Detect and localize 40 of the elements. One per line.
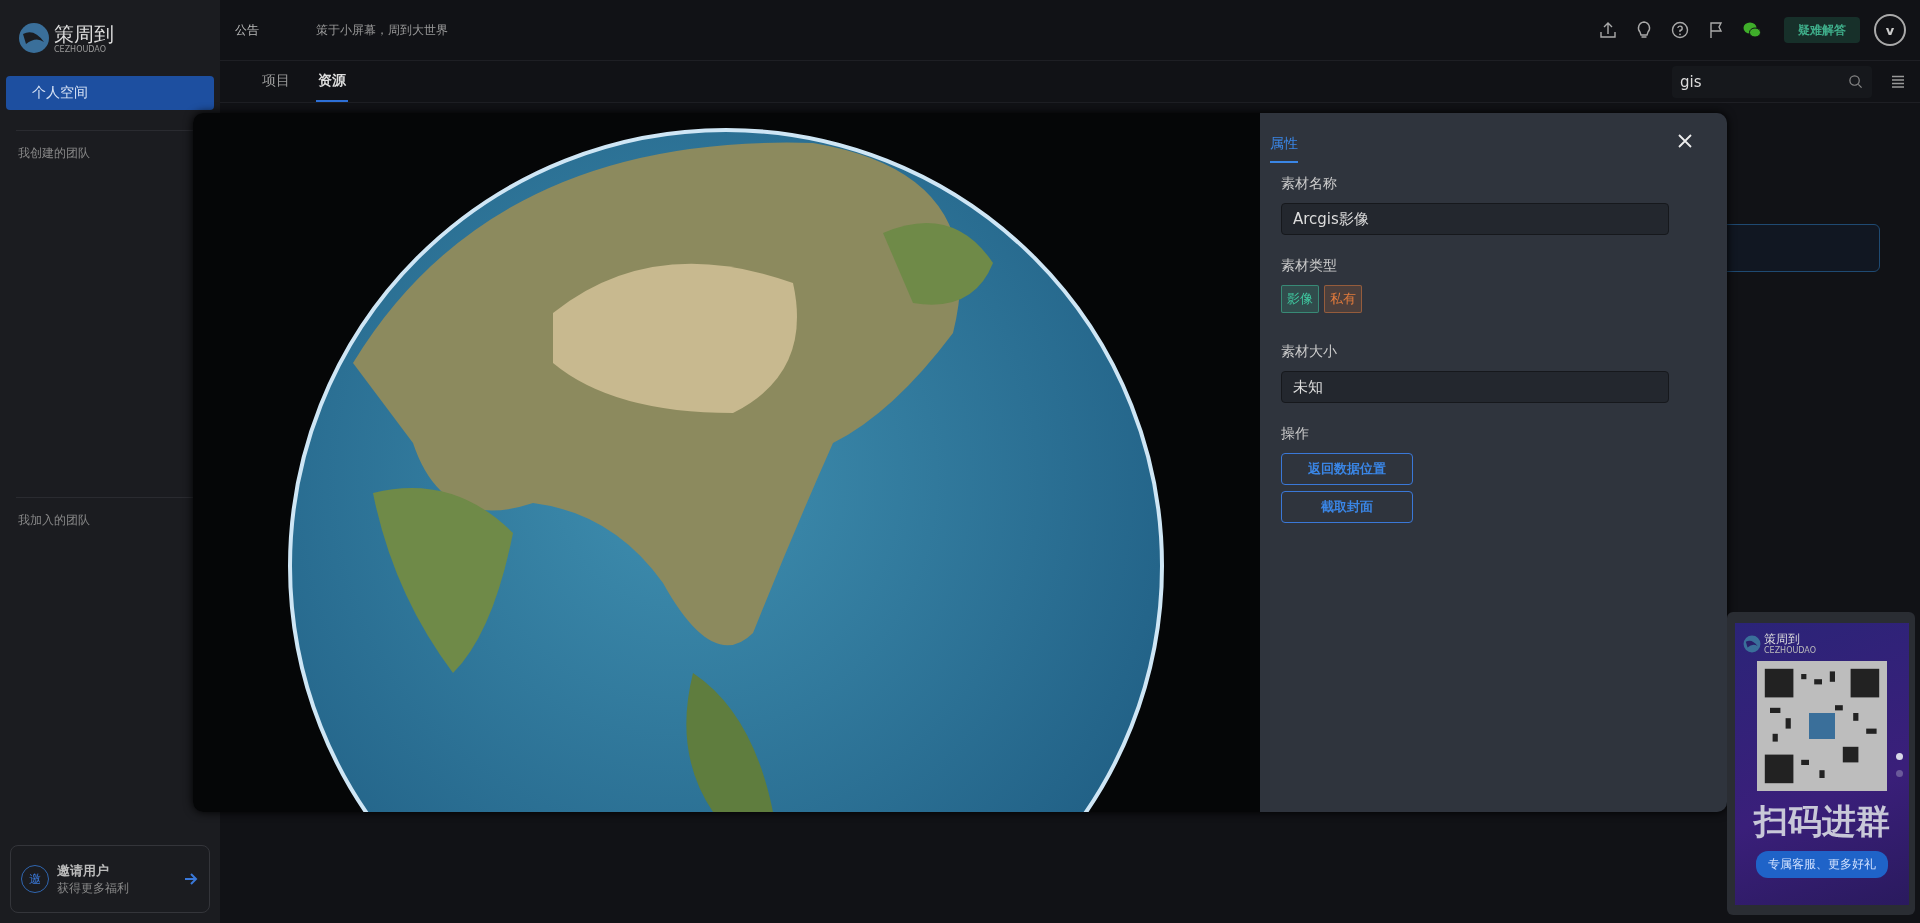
logo-subtitle: CEZHOUDAO <box>54 44 107 54</box>
avatar[interactable]: v <box>1874 14 1906 46</box>
logo-icon <box>18 22 50 54</box>
qr-subtitle: 专属客服、更多好礼 <box>1756 851 1888 878</box>
field-label: 素材名称 <box>1281 175 1338 193</box>
search-icon[interactable] <box>1848 73 1863 89</box>
close-icon[interactable] <box>1677 133 1693 149</box>
notice-text: 策于小屏幕，周到大世界 <box>316 21 448 39</box>
search-field[interactable]: gis <box>1672 65 1872 98</box>
tag: 影像 <box>1281 285 1319 313</box>
properties-tab[interactable]: 属性 <box>1270 131 1298 163</box>
input-field[interactable]: 未知 <box>1281 371 1669 403</box>
list-icon[interactable] <box>1890 73 1906 90</box>
invite-title: 邀请用户 <box>57 861 110 880</box>
help-button[interactable]: 疑难解答 <box>1784 17 1860 43</box>
invite-card[interactable]: 邀 邀请用户 获得更多福利 <box>10 845 210 913</box>
help-icon[interactable] <box>1670 20 1690 40</box>
section-title: 我加入的团队 <box>17 512 91 529</box>
logo-name: 策周到 <box>1764 633 1801 646</box>
tab[interactable]: 资源 <box>316 61 348 102</box>
qr-title: 扫码进群 <box>1754 800 1890 843</box>
carousel-dot[interactable] <box>1896 753 1903 760</box>
field-label: 素材大小 <box>1281 343 1338 361</box>
tag: 私有 <box>1324 285 1362 313</box>
carousel-dot[interactable] <box>1896 770 1903 777</box>
logo-name: 策周到 <box>54 22 114 45</box>
field-label: 素材类型 <box>1281 257 1338 275</box>
section-title: 我创建的团队 <box>17 145 91 162</box>
upload-icon[interactable] <box>1598 20 1618 40</box>
logo-subtitle: CEZHOUDAO <box>1764 646 1816 655</box>
input-field[interactable]: Arcgis影像 <box>1281 203 1669 235</box>
notice-label: 公告 <box>235 21 260 39</box>
chat-bubbles-icon[interactable] <box>1742 20 1762 40</box>
sidebar-item[interactable]: 个人空间 <box>6 76 214 110</box>
tab[interactable]: 项目 <box>260 61 292 102</box>
invite-subtitle: 获得更多福利 <box>57 879 130 897</box>
logo-icon <box>1743 635 1761 653</box>
globe-drawing[interactable] <box>288 128 1164 812</box>
arrow-right-icon <box>183 871 199 887</box>
field-label: 操作 <box>1281 425 1310 443</box>
